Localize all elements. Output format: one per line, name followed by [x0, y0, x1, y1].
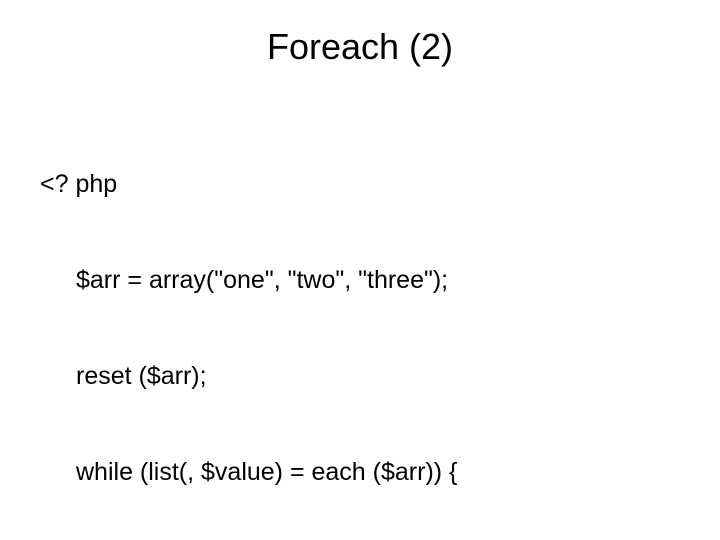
code-line: <? php — [40, 168, 680, 200]
code-line: while (list(, $value) = each ($arr)) { — [76, 456, 680, 488]
code-block: <? php $arr = array("one", "two", "three… — [40, 104, 680, 540]
code-line: reset ($arr); — [76, 360, 680, 392]
code-line: $arr = array("one", "two", "three"); — [76, 264, 680, 296]
slide: Foreach (2) <? php $arr = array("one", "… — [0, 0, 720, 540]
slide-title: Foreach (2) — [0, 26, 720, 68]
